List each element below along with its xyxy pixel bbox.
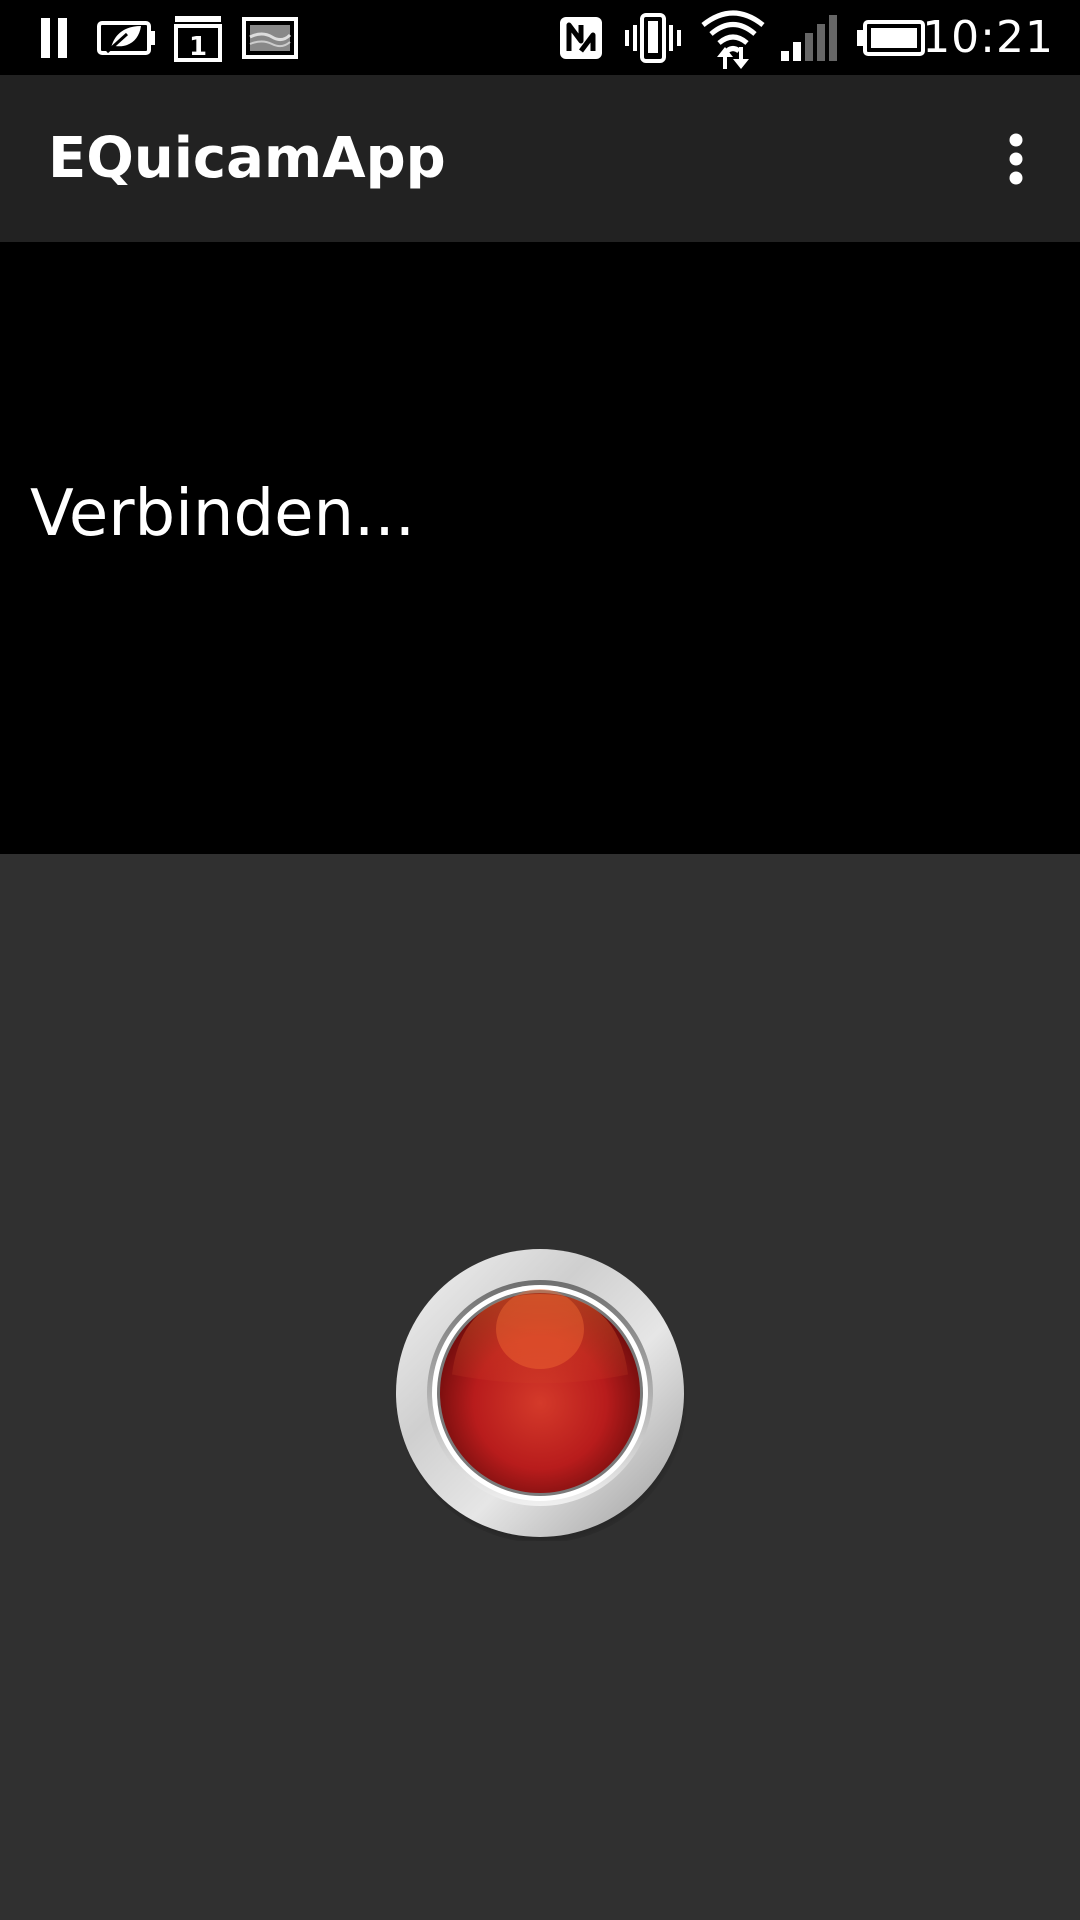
- wifi-icon: [698, 0, 768, 75]
- calendar-icon: 1: [172, 0, 224, 75]
- calendar-day-label: 1: [189, 32, 207, 62]
- status-clock: 10:21: [922, 12, 1054, 63]
- status-bar: 1 10:21: [0, 0, 1080, 75]
- connection-status-text: Verbinden...: [30, 477, 416, 551]
- image-icon: [242, 0, 298, 75]
- vibrate-icon: [622, 0, 684, 75]
- pause-icon: [36, 0, 72, 75]
- nfc-icon: [556, 0, 606, 75]
- battery-icon: [856, 0, 926, 75]
- record-button-icon: [396, 1249, 688, 1543]
- battery-saver-icon: [96, 0, 158, 75]
- record-button[interactable]: [392, 1245, 688, 1543]
- app-title: EQuicamApp: [48, 126, 446, 191]
- signal-icon: [778, 0, 840, 75]
- overflow-menu-button[interactable]: [980, 115, 1052, 203]
- app-bar: EQuicamApp: [0, 75, 1080, 242]
- camera-preview: Verbinden...: [0, 242, 1080, 854]
- app-screen: 1 10:21 EQuicamApp Verbinden...: [0, 0, 1080, 1920]
- more-vertical-icon: [1009, 133, 1023, 185]
